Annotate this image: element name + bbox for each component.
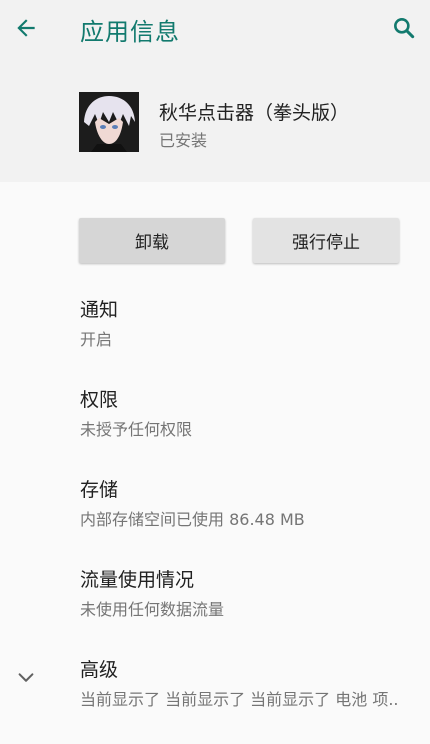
arrow-left-icon <box>17 19 35 37</box>
item-subtitle: 未使用任何数据流量 <box>80 600 225 619</box>
uninstall-button[interactable]: 卸载 <box>79 218 225 263</box>
anime-avatar-icon <box>79 92 139 152</box>
storage-item[interactable]: 存储 内部存储空间已使用 86.48 MB <box>80 475 420 530</box>
item-subtitle: 未授予任何权限 <box>80 420 193 439</box>
app-name: 秋华点击器（拳头版） <box>159 102 350 124</box>
item-title: 通知 <box>80 299 119 321</box>
app-install-status: 已安装 <box>159 131 208 150</box>
item-title: 高级 <box>80 659 119 681</box>
chevron-down-icon <box>18 673 34 682</box>
back-button[interactable] <box>6 8 46 48</box>
item-title: 流量使用情况 <box>80 569 195 591</box>
data-usage-item[interactable]: 流量使用情况 未使用任何数据流量 <box>80 565 420 620</box>
permissions-item[interactable]: 权限 未授予任何权限 <box>80 385 420 440</box>
item-title: 权限 <box>80 389 119 411</box>
search-icon <box>394 18 415 39</box>
item-subtitle: 开启 <box>80 330 113 349</box>
force-stop-button[interactable]: 强行停止 <box>253 218 399 263</box>
item-subtitle: 内部存储空间已使用 86.48 MB <box>80 510 305 529</box>
advanced-expand-button[interactable] <box>12 664 40 692</box>
app-header: 秋华点击器（拳头版） 已安装 <box>0 60 430 182</box>
search-button[interactable] <box>384 8 424 48</box>
advanced-item[interactable]: 高级 当前显示了 当前显示了 当前显示了 电池 项.. <box>80 655 420 710</box>
item-subtitle: 当前显示了 当前显示了 当前显示了 电池 项.. <box>80 690 399 709</box>
item-title: 存储 <box>80 479 119 501</box>
app-icon <box>79 92 139 152</box>
notifications-item[interactable]: 通知 开启 <box>80 295 420 350</box>
app-bar: 应用信息 <box>0 0 430 60</box>
page-title: 应用信息 <box>80 18 180 46</box>
